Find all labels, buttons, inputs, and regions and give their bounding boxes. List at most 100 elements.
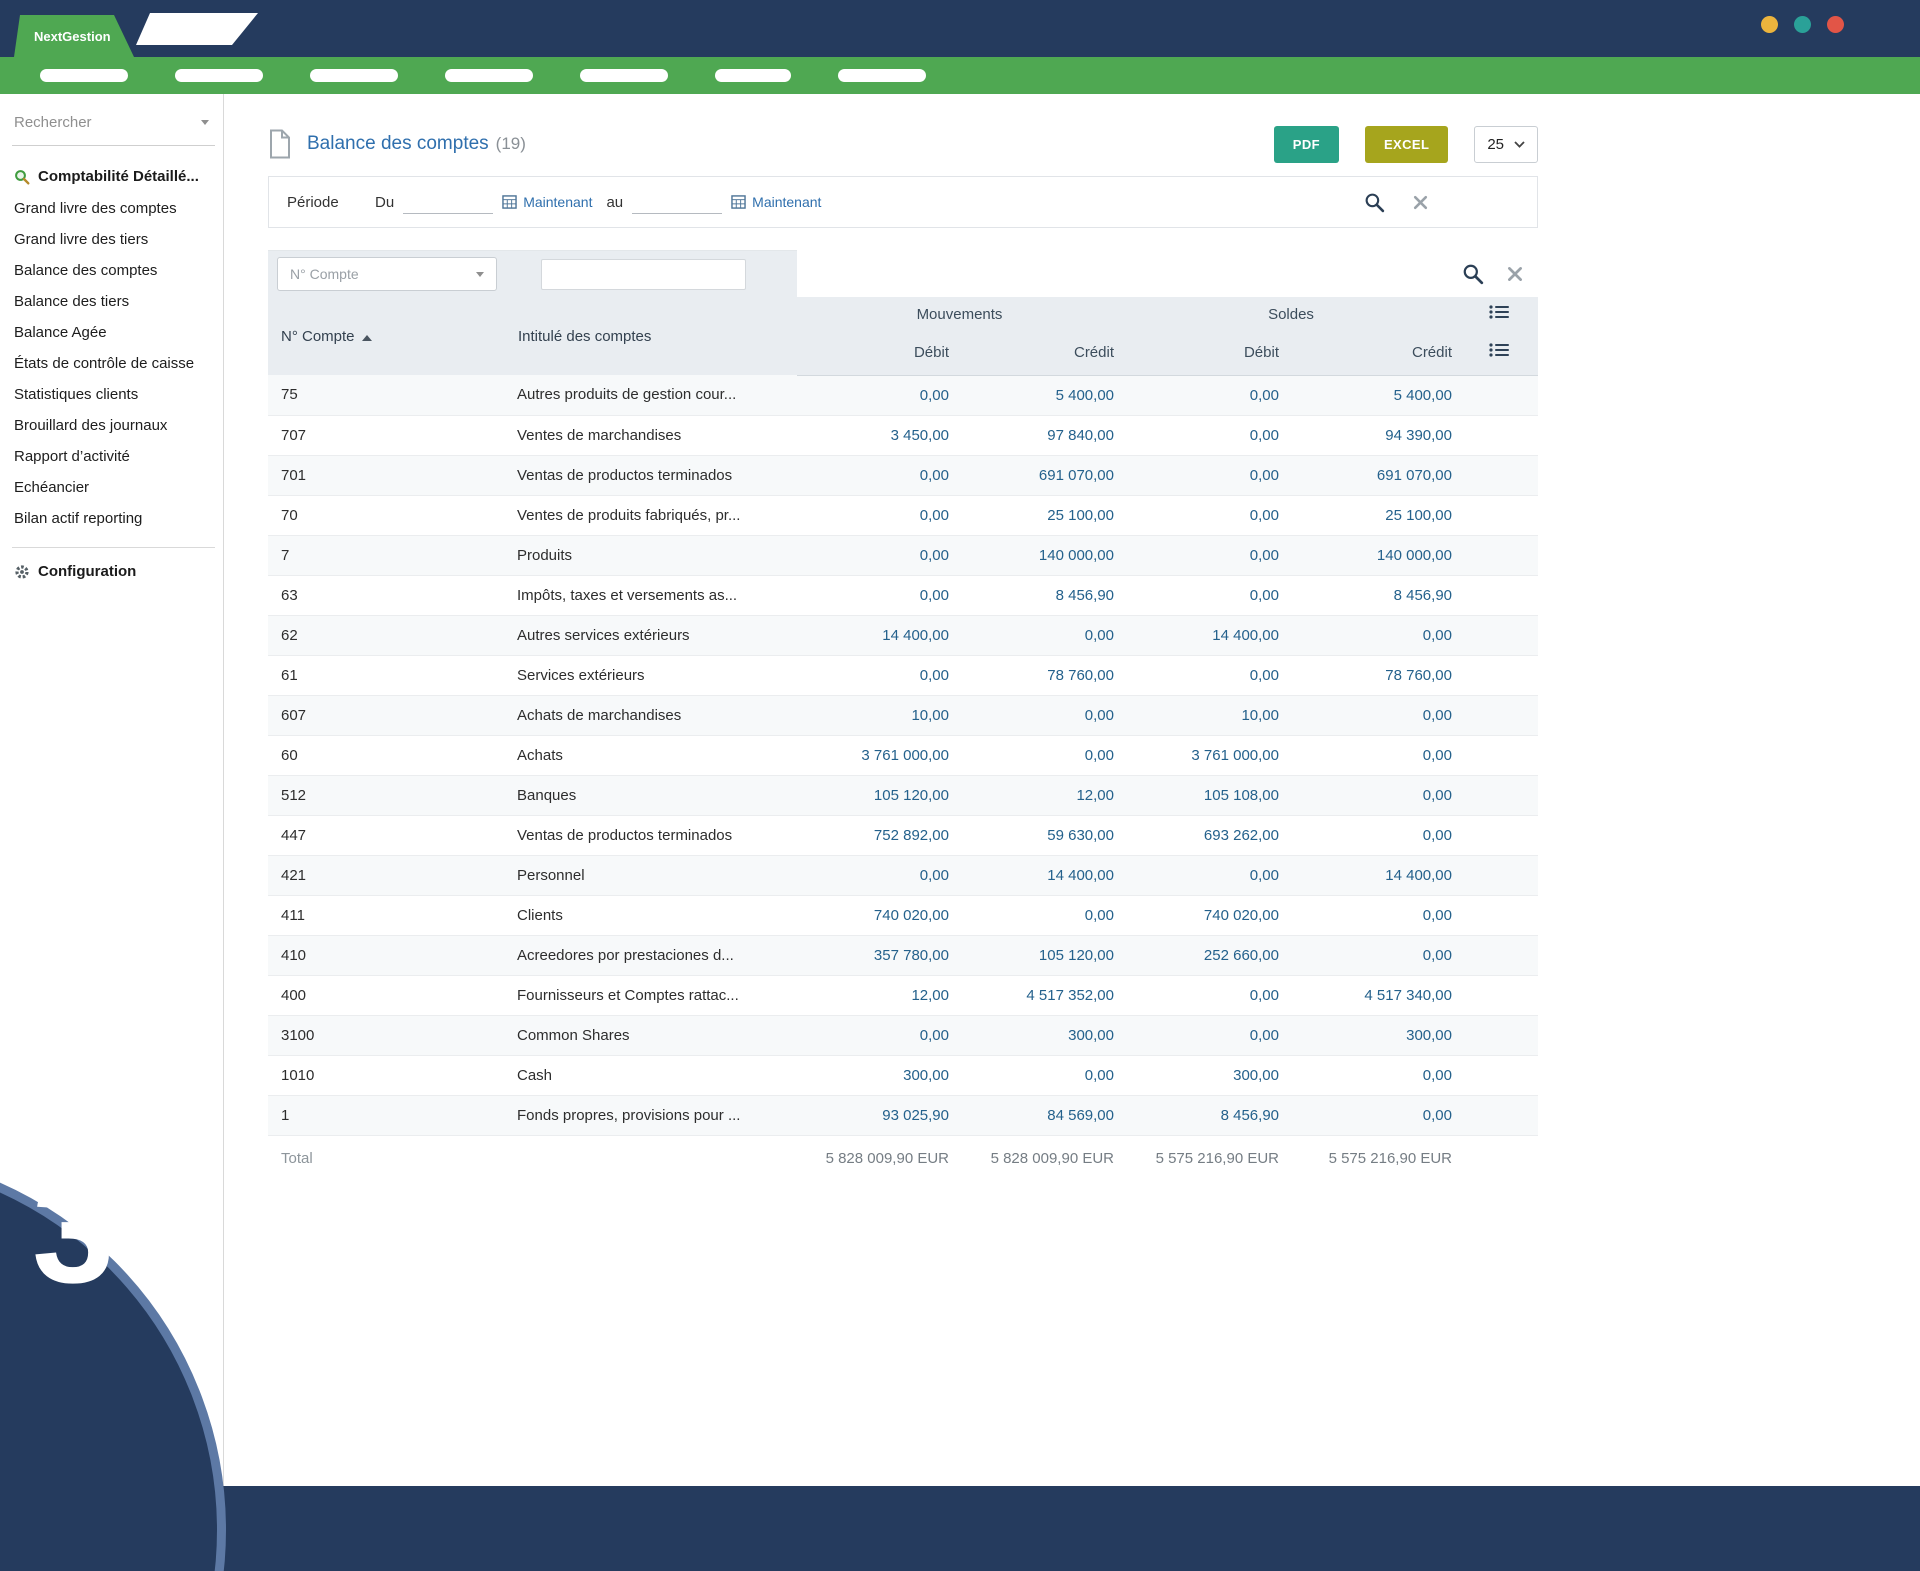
secondary-tab-placeholder[interactable]: [136, 13, 258, 45]
nav-item-placeholder[interactable]: [175, 69, 263, 82]
table-row[interactable]: 447Ventas de productos terminados752 892…: [268, 815, 1538, 855]
page-size-value: 25: [1487, 136, 1504, 153]
page-size-select[interactable]: 25: [1474, 126, 1538, 163]
sidebar-item[interactable]: Bilan actif reporting: [12, 503, 215, 534]
mouvements-credit-cell: 300,00: [957, 1015, 1122, 1055]
sidebar-item[interactable]: Grand livre des tiers: [12, 224, 215, 255]
soldes-credit-cell: 300,00: [1287, 1015, 1460, 1055]
table-body: 75Autres produits de gestion cour...0,00…: [268, 375, 1538, 1135]
magnifier-icon: [14, 169, 30, 185]
total-soldes-credit: 5 575 216,90 EUR: [1287, 1135, 1460, 1181]
table-row[interactable]: 411Clients740 020,000,00740 020,000,00: [268, 895, 1538, 935]
sidebar-item[interactable]: États de contrôle de caisse: [12, 348, 215, 379]
close-dot[interactable]: [1827, 16, 1844, 33]
total-mouvements-debit: 5 828 009,90 EUR: [797, 1135, 957, 1181]
clear-icon[interactable]: [1412, 194, 1429, 211]
column-header-mouvements-credit[interactable]: Crédit: [957, 331, 1122, 375]
nav-item-placeholder[interactable]: [580, 69, 668, 82]
account-cell: 447: [268, 815, 505, 855]
table-row[interactable]: 512Banques105 120,0012,00105 108,000,00: [268, 775, 1538, 815]
list-icon[interactable]: [1489, 304, 1509, 320]
nav-item-placeholder[interactable]: [838, 69, 926, 82]
nav-bar: [0, 57, 1920, 94]
mouvements-debit-cell: 10,00: [797, 695, 957, 735]
search-icon[interactable]: [1364, 192, 1385, 213]
calendar-icon[interactable]: [731, 195, 746, 209]
now-link-to[interactable]: Maintenant: [752, 194, 821, 210]
account-filter-select[interactable]: N° Compte: [277, 257, 497, 291]
account-filter-placeholder: N° Compte: [290, 266, 359, 282]
mouvements-credit-cell: 0,00: [957, 695, 1122, 735]
account-cell: 60: [268, 735, 505, 775]
pdf-button[interactable]: PDF: [1274, 126, 1339, 163]
table-row[interactable]: 70Ventes de produits fabriqués, pr...0,0…: [268, 495, 1538, 535]
mouvements-credit-cell: 0,00: [957, 615, 1122, 655]
table-total-row: Total 5 828 009,90 EUR 5 828 009,90 EUR …: [268, 1135, 1538, 1181]
maximize-dot[interactable]: [1794, 16, 1811, 33]
soldes-credit-cell: 78 760,00: [1287, 655, 1460, 695]
table-row[interactable]: 400Fournisseurs et Comptes rattac...12,0…: [268, 975, 1538, 1015]
table-row[interactable]: 60Achats3 761 000,000,003 761 000,000,00: [268, 735, 1538, 775]
table-row[interactable]: 421Personnel0,0014 400,000,0014 400,00: [268, 855, 1538, 895]
search-icon[interactable]: [1462, 263, 1484, 285]
sidebar-item[interactable]: Balance Agée: [12, 317, 215, 348]
period-to-input[interactable]: [632, 190, 722, 214]
sort-ascending-icon: [362, 335, 372, 341]
account-cell: 75: [268, 375, 505, 415]
column-header-mouvements-debit[interactable]: Débit: [797, 331, 957, 375]
mouvements-credit-cell: 14 400,00: [957, 855, 1122, 895]
now-link-from[interactable]: Maintenant: [523, 194, 592, 210]
label-cell: Fournisseurs et Comptes rattac...: [505, 975, 797, 1015]
column-header-soldes-debit[interactable]: Débit: [1122, 331, 1287, 375]
label-cell: Fonds propres, provisions pour ...: [505, 1095, 797, 1135]
label-cell: Produits: [505, 535, 797, 575]
table-row[interactable]: 61Services extérieurs0,0078 760,000,0078…: [268, 655, 1538, 695]
table-row[interactable]: 3100Common Shares0,00300,000,00300,00: [268, 1015, 1538, 1055]
list-icon[interactable]: [1489, 342, 1509, 358]
soldes-debit-cell: 0,00: [1122, 655, 1287, 695]
nav-item-placeholder[interactable]: [40, 69, 128, 82]
nav-item-placeholder[interactable]: [310, 69, 398, 82]
table-row[interactable]: 410Acreedores por prestaciones d...357 7…: [268, 935, 1538, 975]
period-from-input[interactable]: [403, 190, 493, 214]
nav-item-placeholder[interactable]: [445, 69, 533, 82]
mouvements-debit-cell: 0,00: [797, 455, 957, 495]
table-row[interactable]: 1010Cash300,000,00300,000,00: [268, 1055, 1538, 1095]
excel-button[interactable]: EXCEL: [1365, 126, 1448, 163]
minimize-dot[interactable]: [1761, 16, 1778, 33]
table-row[interactable]: 701Ventas de productos terminados0,00691…: [268, 455, 1538, 495]
sidebar-search-select[interactable]: Rechercher: [12, 110, 215, 146]
column-header-soldes-credit[interactable]: Crédit: [1287, 331, 1460, 375]
row-icon-cell: [1460, 855, 1538, 895]
soldes-credit-cell: 5 400,00: [1287, 375, 1460, 415]
table-row[interactable]: 707Ventes de marchandises3 450,0097 840,…: [268, 415, 1538, 455]
sidebar-item[interactable]: Balance des tiers: [12, 286, 215, 317]
table-row[interactable]: 75Autres produits de gestion cour...0,00…: [268, 375, 1538, 415]
table-row[interactable]: 1Fonds propres, provisions pour ...93 02…: [268, 1095, 1538, 1135]
nav-item-placeholder[interactable]: [715, 69, 791, 82]
sidebar-item[interactable]: Balance des comptes: [12, 255, 215, 286]
table-row[interactable]: 607Achats de marchandises10,000,0010,000…: [268, 695, 1538, 735]
row-icon-cell: [1460, 415, 1538, 455]
brand-tab[interactable]: NextGestion: [14, 15, 134, 57]
sidebar-item[interactable]: Echéancier: [12, 472, 215, 503]
label-cell: Acreedores por prestaciones d...: [505, 935, 797, 975]
calendar-icon[interactable]: [502, 195, 517, 209]
table-row[interactable]: 7Produits0,00140 000,000,00140 000,00: [268, 535, 1538, 575]
clear-icon[interactable]: [1506, 265, 1524, 283]
label-cell: Cash: [505, 1055, 797, 1095]
mouvements-credit-cell: 105 120,00: [957, 935, 1122, 975]
group-header-mouvements: Mouvements: [797, 297, 1122, 331]
label-filter-input[interactable]: [541, 259, 746, 290]
column-header-label[interactable]: Intitulé des comptes: [505, 297, 797, 375]
soldes-debit-cell: 0,00: [1122, 575, 1287, 615]
table-row[interactable]: 62Autres services extérieurs14 400,000,0…: [268, 615, 1538, 655]
table-row[interactable]: 63Impôts, taxes et versements as...0,008…: [268, 575, 1538, 615]
sidebar-item-configuration[interactable]: Configuration: [12, 547, 215, 580]
sidebar-item[interactable]: Grand livre des comptes: [12, 193, 215, 224]
sidebar-item[interactable]: Rapport d’activité: [12, 441, 215, 472]
column-header-account[interactable]: N° Compte: [268, 297, 505, 375]
sidebar-item[interactable]: Brouillard des journaux: [12, 410, 215, 441]
sidebar-item[interactable]: Statistiques clients: [12, 379, 215, 410]
record-count: (19): [496, 134, 526, 154]
